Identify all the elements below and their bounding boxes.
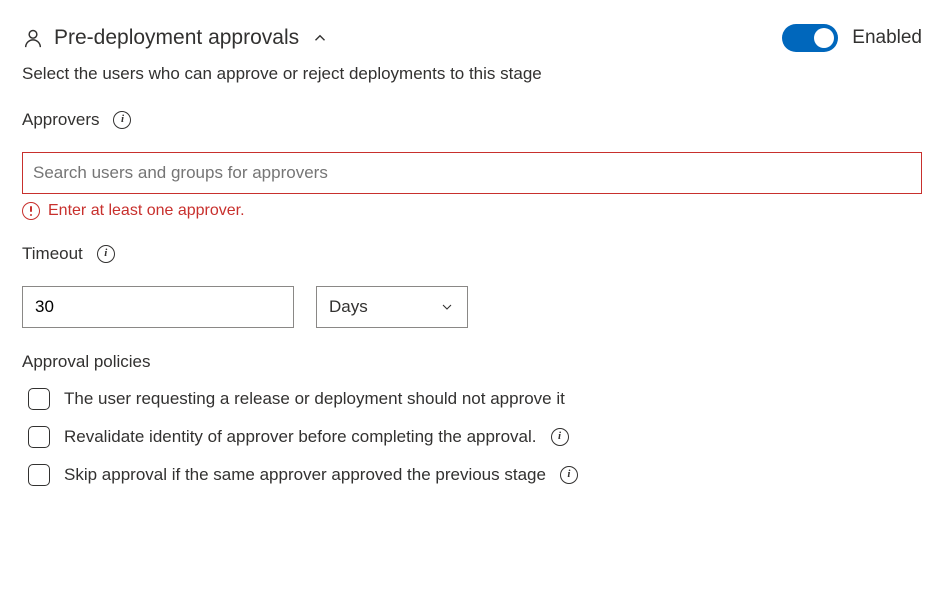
policy-checkbox[interactable] xyxy=(28,426,50,448)
policy-row: Revalidate identity of approver before c… xyxy=(22,426,922,448)
policy-label: Skip approval if the same approver appro… xyxy=(64,465,546,485)
info-icon[interactable] xyxy=(113,111,131,129)
enabled-toggle-label: Enabled xyxy=(852,27,922,49)
enabled-toggle-group: Enabled xyxy=(782,24,922,52)
approvers-label: Approvers xyxy=(22,110,99,130)
enabled-toggle[interactable] xyxy=(782,24,838,52)
timeout-unit-select[interactable]: Days xyxy=(316,286,468,328)
timeout-value-input[interactable] xyxy=(22,286,294,328)
timeout-label: Timeout xyxy=(22,244,83,264)
toggle-knob xyxy=(814,28,834,48)
collapse-toggle[interactable] xyxy=(311,29,329,47)
error-icon xyxy=(22,202,40,220)
policy-checkbox[interactable] xyxy=(28,464,50,486)
section-subtitle: Select the users who can approve or reje… xyxy=(22,64,922,84)
approvers-search-input[interactable] xyxy=(22,152,922,194)
approvers-error-row: Enter at least one approver. xyxy=(22,202,922,220)
section-title: Pre-deployment approvals xyxy=(54,26,299,50)
policy-checkbox[interactable] xyxy=(28,388,50,410)
chevron-down-icon xyxy=(439,299,455,315)
timeout-unit-value: Days xyxy=(329,297,368,317)
section-header: Pre-deployment approvals Enabled xyxy=(22,24,922,52)
approvers-error-text: Enter at least one approver. xyxy=(48,202,245,220)
timeout-label-row: Timeout xyxy=(22,244,922,264)
info-icon[interactable] xyxy=(560,466,578,484)
person-icon xyxy=(22,27,44,49)
approvers-label-row: Approvers xyxy=(22,110,922,130)
policy-row: The user requesting a release or deploym… xyxy=(22,388,922,410)
policy-label: The user requesting a release or deploym… xyxy=(64,389,565,409)
approval-policies-title: Approval policies xyxy=(22,352,922,372)
info-icon[interactable] xyxy=(551,428,569,446)
info-icon[interactable] xyxy=(97,245,115,263)
policy-row: Skip approval if the same approver appro… xyxy=(22,464,922,486)
policy-label: Revalidate identity of approver before c… xyxy=(64,427,537,447)
section-title-group: Pre-deployment approvals xyxy=(22,26,329,50)
timeout-inputs: Days xyxy=(22,286,922,328)
